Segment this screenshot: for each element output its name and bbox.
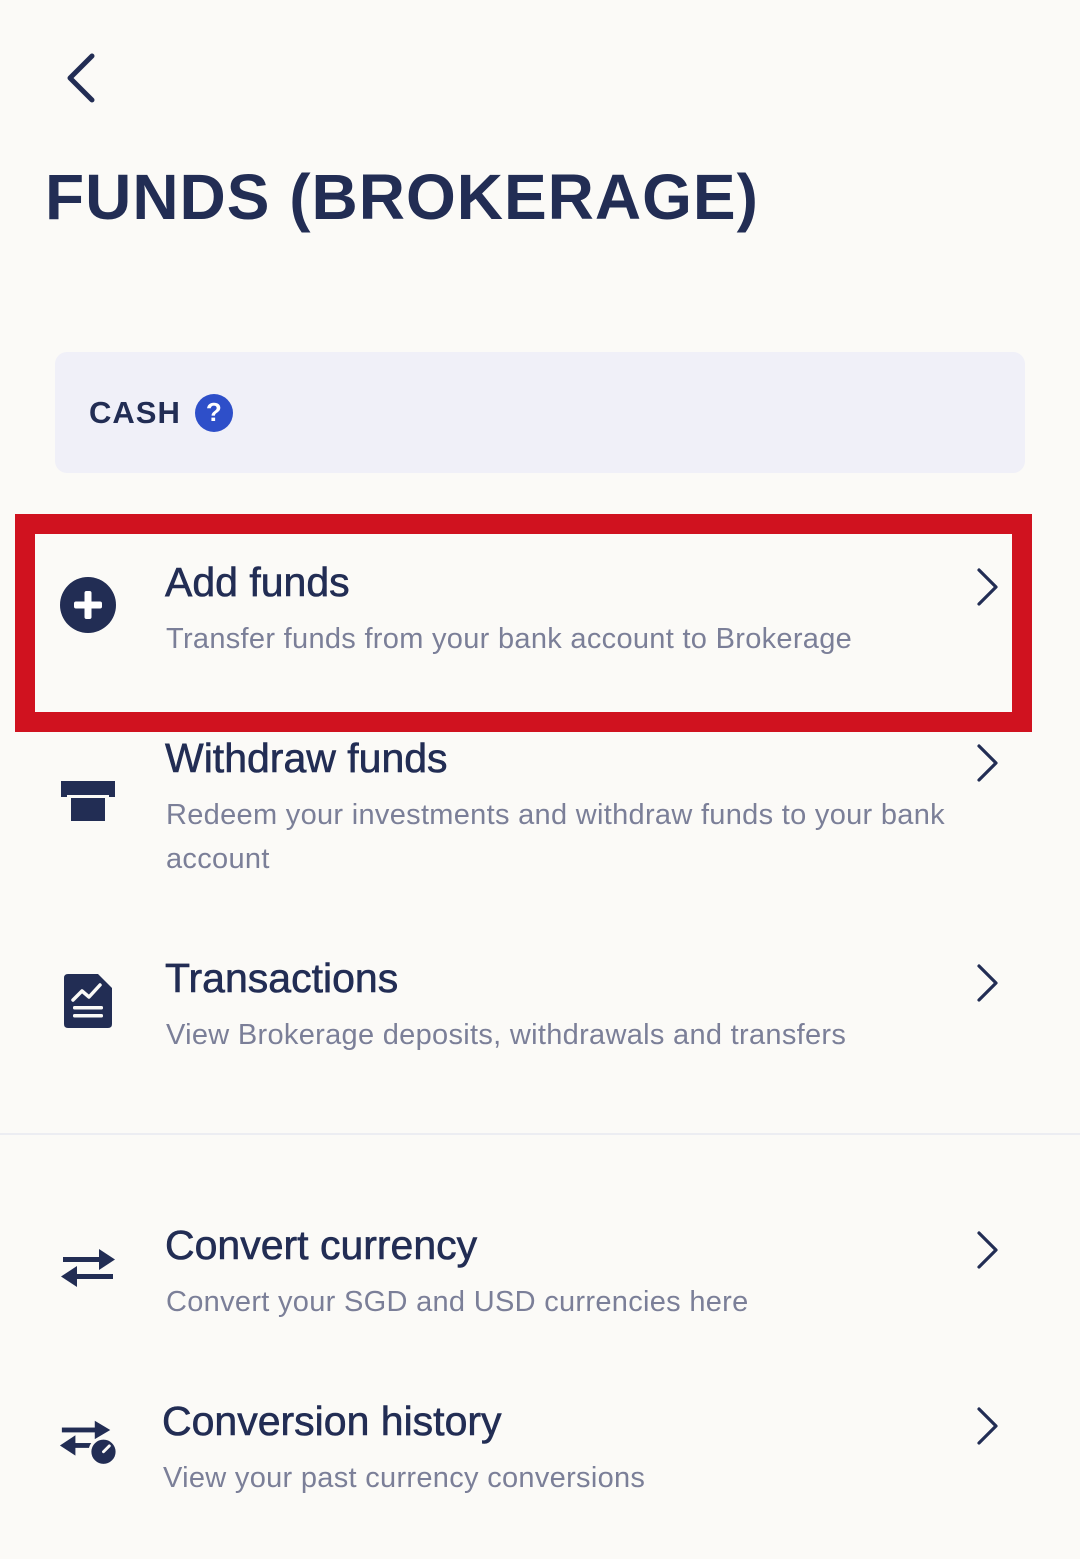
- withdraw-funds-item[interactable]: Withdraw funds Redeem your investments a…: [0, 731, 1080, 891]
- chevron-right-icon: [968, 1402, 1008, 1450]
- withdraw-icon: [58, 771, 118, 831]
- convert-currency-subtitle: Convert your SGD and USD currencies here: [166, 1286, 749, 1318]
- add-funds-title: Add funds: [165, 559, 350, 606]
- back-button[interactable]: [50, 48, 110, 108]
- page-title: FUNDS (BROKERAGE): [45, 161, 759, 233]
- conversion-history-subtitle: View your past currency conversions: [163, 1462, 646, 1494]
- help-icon[interactable]: ?: [194, 393, 233, 432]
- section-divider: [0, 1133, 1080, 1135]
- swap-history-icon: [58, 1414, 118, 1474]
- chevron-left-icon: [67, 53, 95, 103]
- swap-arrows-icon: [58, 1238, 118, 1298]
- add-funds-subtitle: Transfer funds from your bank account to…: [166, 623, 853, 655]
- chevron-right-icon: [968, 959, 1008, 1007]
- transactions-item[interactable]: Transactions View Brokerage deposits, wi…: [0, 951, 1080, 1071]
- chevron-right-icon: [968, 1226, 1008, 1274]
- cash-card: CASH ?: [55, 352, 1025, 473]
- chevron-right-icon: [968, 563, 1008, 611]
- cash-label: CASH: [89, 394, 181, 430]
- chevron-right-icon: [968, 739, 1008, 787]
- conversion-history-item[interactable]: Conversion history View your past curren…: [0, 1394, 1080, 1514]
- transactions-title: Transactions: [165, 955, 399, 1002]
- withdraw-funds-title: Withdraw funds: [165, 735, 448, 782]
- document-chart-icon: [58, 971, 118, 1031]
- conversion-history-title: Conversion history: [162, 1398, 502, 1445]
- withdraw-funds-subtitle: Redeem your investments and withdraw fun…: [166, 799, 945, 875]
- transactions-subtitle: View Brokerage deposits, withdrawals and…: [166, 1019, 847, 1051]
- plus-circle-icon: [58, 575, 118, 635]
- convert-currency-title: Convert currency: [165, 1222, 478, 1269]
- add-funds-item[interactable]: Add funds Transfer funds from your bank …: [0, 555, 1080, 675]
- convert-currency-item[interactable]: Convert currency Convert your SGD and US…: [0, 1218, 1080, 1338]
